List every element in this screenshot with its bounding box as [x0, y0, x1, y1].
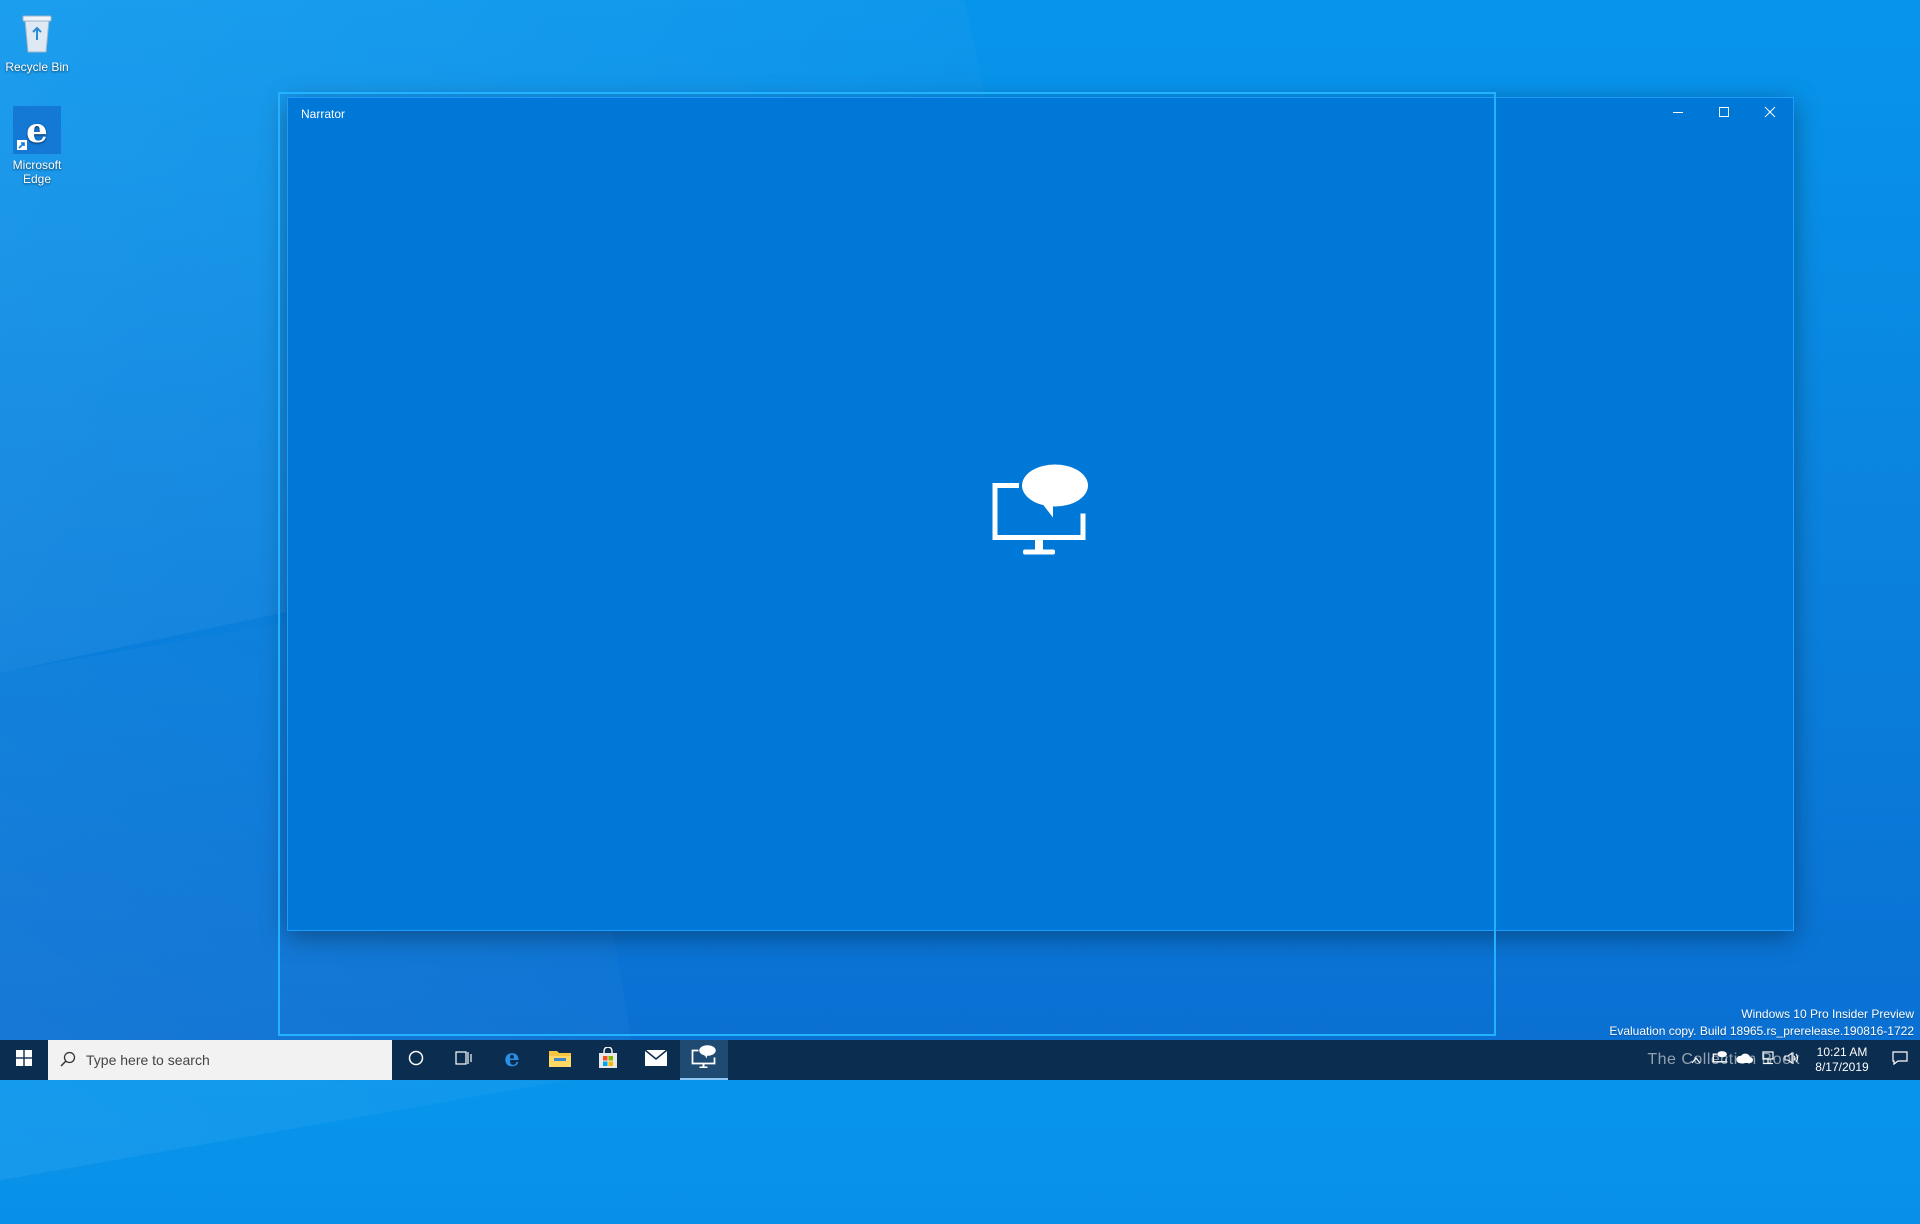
mail-button[interactable] [632, 1040, 680, 1080]
taskbar-narrator-button[interactable] [680, 1040, 728, 1080]
clock-date: 8/17/2019 [1815, 1060, 1869, 1074]
recycle-bin-icon [13, 8, 61, 56]
edge-icon: e [13, 106, 61, 154]
file-explorer-button[interactable] [536, 1040, 584, 1080]
cortana-button[interactable] [392, 1040, 440, 1080]
maximize-icon [1718, 105, 1730, 123]
svg-text:e: e [26, 111, 48, 151]
taskbar-edge-button[interactable]: e [488, 1040, 536, 1080]
task-view-icon [455, 1050, 473, 1071]
show-hidden-icons-button[interactable] [1684, 1040, 1708, 1080]
chevron-up-icon [1691, 1051, 1701, 1069]
desktop-icon-microsoft-edge[interactable]: e Microsoft Edge [0, 106, 74, 186]
system-tray: 10:21 AM 8/17/2019 [1684, 1040, 1920, 1080]
cloud-icon [1735, 1051, 1753, 1069]
taskbar-clock[interactable]: 10:21 AM 8/17/2019 [1804, 1045, 1880, 1075]
action-center-button[interactable] [1880, 1040, 1920, 1080]
tray-narrator-button[interactable] [1708, 1040, 1732, 1080]
task-view-button[interactable] [440, 1040, 488, 1080]
narrator-icon [1712, 1050, 1728, 1070]
network-button[interactable] [1756, 1040, 1780, 1080]
narrator-window[interactable]: Narrator [287, 97, 1794, 931]
desktop-icon-label: Recycle Bin [5, 60, 69, 74]
close-icon [1764, 105, 1776, 123]
taskbar-search-box[interactable]: Type here to search [48, 1040, 392, 1080]
narrator-icon [691, 1044, 717, 1074]
desktop-icon-label: Microsoft Edge [12, 158, 62, 186]
speaker-icon [1784, 1051, 1800, 1070]
watermark-line: Windows 10 Pro Insider Preview [1741, 1007, 1914, 1021]
file-explorer-icon [548, 1048, 572, 1073]
store-icon [597, 1045, 619, 1074]
minimize-button[interactable] [1655, 98, 1701, 130]
windows-logo-icon [16, 1049, 32, 1071]
edge-icon: e [500, 1043, 524, 1075]
minimize-icon [1672, 105, 1684, 123]
narrator-icon [991, 464, 1091, 565]
volume-button[interactable] [1780, 1040, 1804, 1080]
notification-icon [1892, 1050, 1908, 1071]
clock-time: 10:21 AM [1816, 1045, 1868, 1059]
maximize-button[interactable] [1701, 98, 1747, 130]
search-icon [60, 1051, 76, 1070]
onedrive-button[interactable] [1732, 1040, 1756, 1080]
network-icon [1760, 1050, 1776, 1070]
close-button[interactable] [1747, 98, 1793, 130]
desktop-icon-recycle-bin[interactable]: Recycle Bin [0, 8, 74, 74]
window-title: Narrator [301, 107, 346, 121]
mail-icon [644, 1048, 668, 1072]
svg-text:e: e [504, 1046, 519, 1070]
watermark-line: Evaluation copy. Build 18965.rs_prerelea… [1609, 1024, 1914, 1038]
start-button[interactable] [0, 1040, 48, 1080]
search-placeholder: Type here to search [86, 1052, 210, 1068]
microsoft-store-button[interactable] [584, 1040, 632, 1080]
evaluation-watermark: Windows 10 Pro Insider Preview Evaluatio… [1609, 1006, 1914, 1040]
window-titlebar[interactable]: Narrator [288, 98, 1793, 130]
cortana-icon [408, 1050, 424, 1071]
taskbar: Type here to search e The Collection Boo… [0, 1040, 1920, 1080]
